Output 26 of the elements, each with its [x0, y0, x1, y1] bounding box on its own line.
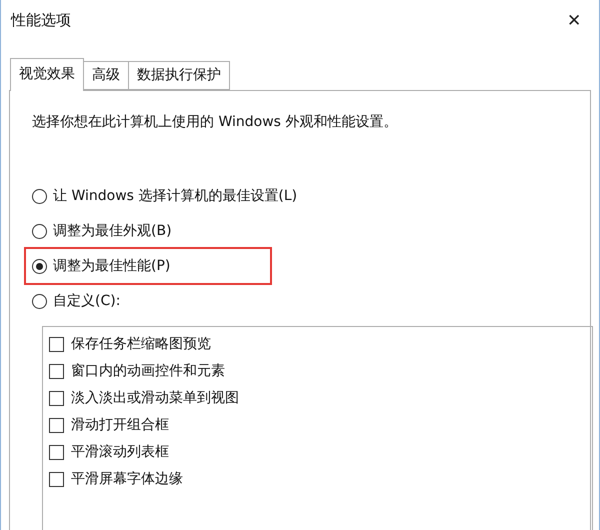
description-text: 选择你想在此计算机上使用的 Windows 外观和性能设置。 [32, 113, 398, 131]
effect-label: 窗口内的动画控件和元素 [71, 362, 225, 380]
option-label: 自定义(C): [53, 292, 120, 310]
radio-button[interactable] [32, 188, 47, 204]
tab[interactable]: 高级 [83, 61, 129, 90]
option-label: 调整为最佳外观(B) [53, 222, 172, 240]
option-label: 调整为最佳性能(P) [53, 257, 170, 275]
checkbox[interactable] [49, 364, 64, 378]
radio-button[interactable] [32, 294, 47, 308]
tab[interactable]: 视觉效果 [10, 58, 84, 91]
checkbox[interactable] [49, 390, 64, 406]
effect-label: 滑动打开组合框 [71, 416, 169, 434]
checkbox[interactable] [49, 444, 64, 460]
option-label: 让 Windows 选择计算机的最佳设置(L) [53, 187, 298, 205]
effect-label: 淡入淡出或滑动菜单到视图 [71, 389, 239, 407]
close-button[interactable]: ✕ [559, 6, 589, 34]
effect-label: 平滑滚动列表框 [71, 443, 169, 461]
checkbox[interactable] [49, 418, 64, 432]
effect-label: 平滑屏幕字体边缘 [71, 470, 183, 488]
checkbox[interactable] [49, 336, 64, 352]
window-title: 性能选项 [11, 10, 71, 30]
radio-button[interactable] [32, 258, 47, 274]
effect-label: 保存任务栏缩略图预览 [71, 335, 211, 353]
checkbox[interactable] [49, 472, 64, 486]
tab[interactable]: 数据执行保护 [128, 61, 230, 90]
radio-button[interactable] [32, 224, 47, 238]
